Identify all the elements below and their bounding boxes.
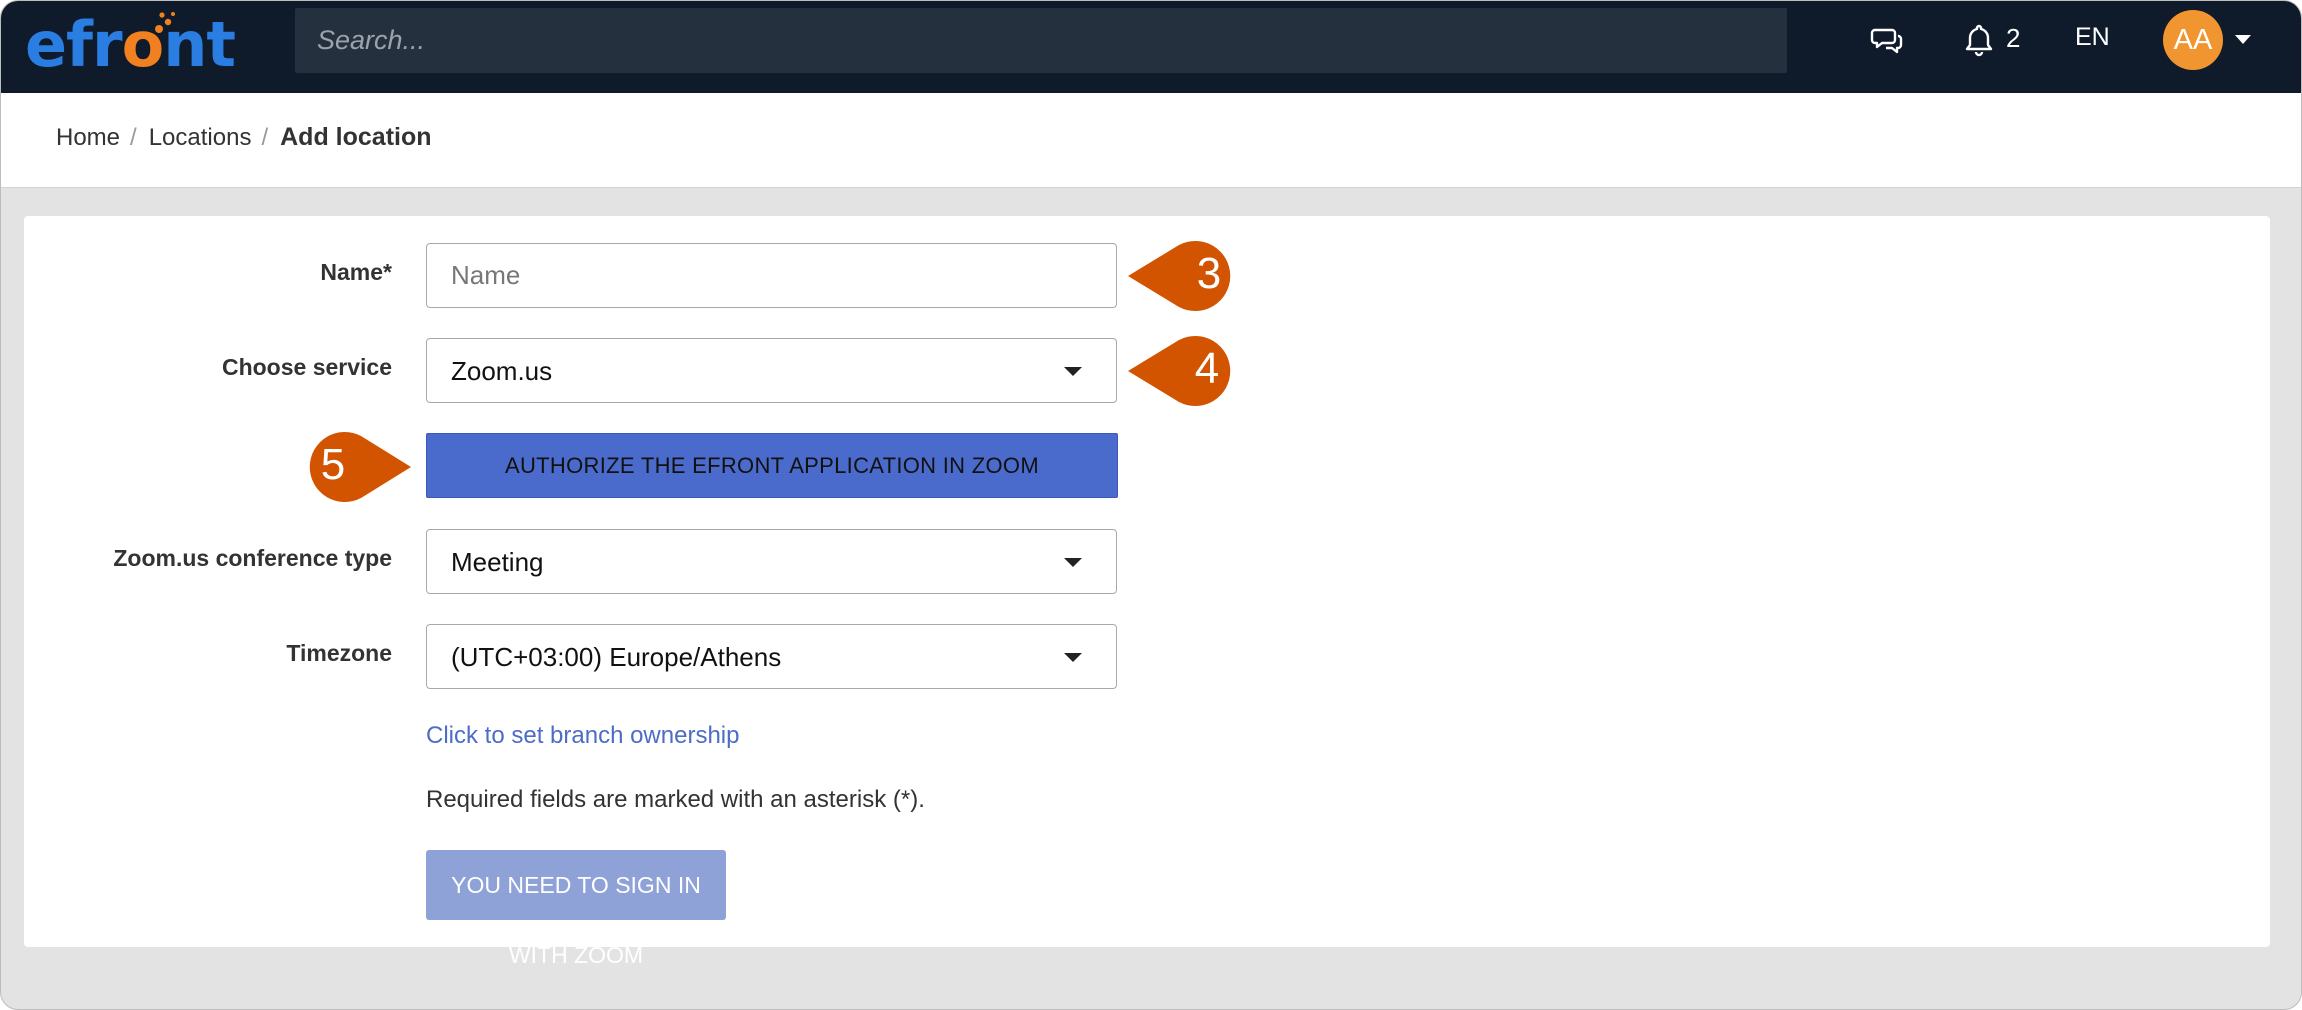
callout-4-number: 4	[1195, 344, 1219, 393]
callout-4-marker: 4	[1128, 336, 1231, 406]
conference-type-select[interactable]: Meeting	[426, 529, 1117, 594]
caret-down-icon	[1064, 558, 1082, 567]
sign-in-with-zoom-button[interactable]: YOU NEED TO SIGN IN WITH ZOOM	[426, 850, 726, 968]
breadcrumb-home[interactable]: Home	[56, 124, 120, 151]
breadcrumb-bar: Home / Locations / Add location	[1, 93, 2301, 188]
callout-3-number: 3	[1197, 249, 1221, 298]
conference-type-label: Zoom.us conference type	[113, 545, 392, 571]
breadcrumb-locations[interactable]: Locations	[149, 124, 252, 151]
required-fields-note: Required fields are marked with an aster…	[426, 786, 925, 813]
name-field[interactable]	[426, 243, 1117, 308]
language-selector[interactable]: EN	[2075, 23, 2110, 52]
breadcrumb-separator: /	[130, 124, 137, 151]
efront-logo[interactable]: efront	[25, 9, 236, 81]
search-bar[interactable]	[295, 8, 1787, 73]
search-input[interactable]	[295, 8, 1787, 73]
notification-count[interactable]: 2	[2006, 23, 2020, 54]
logo-dots-icon	[155, 12, 175, 33]
service-select-value: Zoom.us	[451, 356, 553, 386]
add-location-form: Name* Choose service Zoom.us AUTHORIZE T…	[24, 216, 2270, 968]
authorize-zoom-button[interactable]: AUTHORIZE THE EFRONT APPLICATION IN ZOOM	[426, 433, 1118, 498]
app-window: efront 2 EN AA Home / Locations / Add locati…	[0, 0, 2302, 1010]
caret-down-icon	[1064, 367, 1082, 376]
breadcrumb-separator: /	[261, 124, 269, 151]
conference-type-value: Meeting	[451, 547, 544, 577]
timezone-value: (UTC+03:00) Europe/Athens	[451, 642, 782, 672]
callout-3-marker: 3	[1128, 241, 1231, 311]
breadcrumb: Home / Locations / Add location	[56, 123, 432, 152]
name-input[interactable]	[427, 244, 1116, 307]
top-navbar: efront 2 EN AA	[1, 1, 2301, 93]
callout-5-number: 5	[321, 440, 345, 489]
service-select[interactable]: Zoom.us	[426, 338, 1117, 403]
branch-ownership-link[interactable]: Click to set branch ownership	[426, 722, 739, 750]
choose-service-label: Choose service	[221, 354, 392, 380]
timezone-select[interactable]: (UTC+03:00) Europe/Athens	[426, 624, 1117, 689]
caret-down-icon	[1064, 653, 1082, 662]
timezone-label: Timezone	[286, 640, 392, 666]
chat-icon[interactable]	[1869, 21, 1905, 57]
callout-5-marker: 5	[309, 432, 411, 502]
page-title: Add location	[280, 123, 432, 151]
bell-icon[interactable]	[1961, 21, 1997, 57]
chevron-down-icon[interactable]	[2235, 35, 2251, 44]
user-avatar[interactable]: AA	[2163, 10, 2223, 70]
name-label: Name*	[320, 259, 392, 285]
